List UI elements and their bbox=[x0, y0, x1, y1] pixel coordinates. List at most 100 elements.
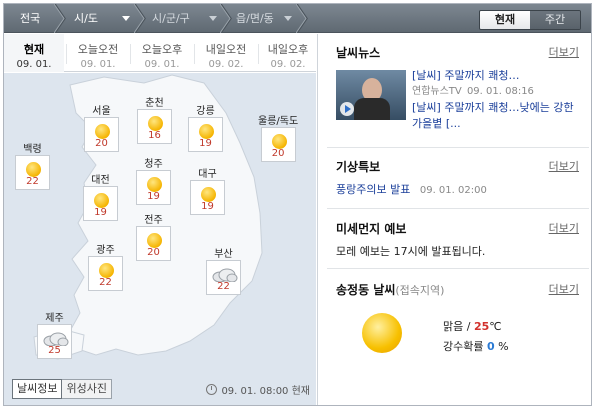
tab-current[interactable]: 현재 bbox=[480, 11, 530, 29]
city-temp: 16 bbox=[148, 130, 161, 141]
crumb-separator-icon bbox=[296, 4, 308, 33]
warning-more-link[interactable]: 더보기 bbox=[549, 158, 579, 174]
rain-value: 0 bbox=[486, 340, 495, 353]
time-tab-date: 09. 02. bbox=[270, 59, 306, 70]
city-jeju[interactable]: 제주 25 bbox=[37, 309, 72, 359]
city-temp: 22 bbox=[217, 281, 230, 292]
chevron-down-icon[interactable] bbox=[284, 16, 292, 21]
sun-icon bbox=[271, 134, 287, 149]
crumb-separator-icon bbox=[134, 4, 146, 33]
section-title: 미세먼지 예보 bbox=[336, 222, 407, 236]
sun-icon bbox=[201, 187, 216, 202]
time-tab-today-pm[interactable]: 오늘오후 09. 01. bbox=[131, 34, 193, 72]
sun-icon bbox=[362, 313, 402, 353]
map-mode-buttons: 날씨정보 위성사진 bbox=[12, 379, 112, 399]
city-temp: 19 bbox=[199, 138, 212, 149]
weather-info-button[interactable]: 날씨정보 bbox=[12, 379, 63, 399]
time-tab-label: 현재 bbox=[23, 43, 45, 56]
column-divider bbox=[317, 34, 318, 405]
time-tab-date: 09. 01. bbox=[144, 59, 180, 70]
section-title: 송정동 날씨 bbox=[336, 283, 396, 297]
sun-icon bbox=[147, 233, 162, 248]
cloud-icon bbox=[212, 268, 238, 282]
city-name: 청주 bbox=[144, 159, 163, 170]
news-headline-2[interactable]: [날씨] 주말까지 쾌청…낮에는 강한 가을볕 [... bbox=[412, 100, 582, 132]
tab-weekly[interactable]: 주간 bbox=[530, 11, 580, 29]
crumb-nationwide[interactable]: 전국 bbox=[20, 4, 40, 33]
news-source: 연합뉴스TV bbox=[412, 86, 462, 97]
city-ulleung-dokdo[interactable]: 울릉/독도 20 bbox=[258, 112, 298, 162]
city-name: 강릉 bbox=[196, 106, 215, 117]
map-time-text: 09. 01. 08:00 현재 bbox=[221, 386, 310, 397]
local-weather-section: 송정동 날씨(접속지역) 더보기 맑음 / 25℃ 강수확률 0 % bbox=[336, 281, 579, 401]
city-name: 전주 bbox=[144, 215, 163, 226]
city-temp: 22 bbox=[26, 176, 39, 187]
time-selector: 현재 09. 01. 오늘오전 09. 01. 오늘오후 09. 01. 내일오… bbox=[4, 34, 316, 72]
dust-more-link[interactable]: 더보기 bbox=[549, 220, 579, 236]
crumb-province-select[interactable]: 시/도 bbox=[74, 4, 98, 33]
city-name: 대구 bbox=[198, 169, 217, 180]
temp-unit: ℃ bbox=[489, 320, 502, 333]
clock-icon bbox=[206, 384, 218, 395]
crumb-city-select[interactable]: 시/군/구 bbox=[152, 4, 190, 33]
time-tab-now[interactable]: 현재 09. 01. bbox=[4, 34, 64, 72]
city-temp: 19 bbox=[147, 191, 160, 202]
fine-dust-section: 미세먼지 예보 더보기 모레 예보는 17시에 발표됩니다. bbox=[336, 220, 579, 260]
city-name: 울릉/독도 bbox=[258, 116, 299, 127]
sun-icon bbox=[26, 162, 41, 177]
city-name: 부산 bbox=[214, 249, 233, 260]
rain-label: 강수확률 bbox=[443, 340, 484, 353]
warning-text[interactable]: 풍랑주의보 발표 bbox=[336, 183, 410, 196]
map-timestamp: 09. 01. 08:00 현재 bbox=[206, 382, 310, 397]
city-daegu[interactable]: 대구 19 bbox=[190, 165, 225, 215]
time-tab-tomorrow-am[interactable]: 내일오전 09. 02. bbox=[195, 34, 257, 72]
city-temp: 20 bbox=[271, 148, 285, 159]
time-tab-date: 09. 02. bbox=[208, 59, 244, 70]
city-temp: 25 bbox=[48, 345, 61, 356]
crumb-town-select[interactable]: 읍/면/동 bbox=[236, 4, 274, 33]
weather-news-section: 날씨뉴스 더보기 [날씨] 주말까지 쾌청… 연합뉴스TV 09. 01. 08… bbox=[336, 44, 579, 144]
news-more-link[interactable]: 더보기 bbox=[549, 44, 579, 60]
time-tab-label: 오늘오전 bbox=[77, 43, 119, 56]
city-seoul[interactable]: 서울 20 bbox=[84, 102, 119, 152]
city-cheongju[interactable]: 청주 19 bbox=[136, 155, 171, 205]
city-baengnyeong[interactable]: 백령 22 bbox=[15, 140, 50, 190]
news-time: 09. 01. 08:16 bbox=[466, 86, 534, 97]
region-nav-bar: 전국 시/도 시/군/구 읍/면/동 현재 주간 bbox=[4, 4, 591, 33]
city-daejeon[interactable]: 대전 19 bbox=[83, 171, 118, 221]
cloud-icon bbox=[43, 332, 69, 346]
sun-icon bbox=[99, 263, 114, 278]
city-name: 춘천 bbox=[145, 98, 164, 109]
sun-icon bbox=[199, 124, 214, 139]
city-name: 백령 bbox=[23, 144, 42, 155]
sun-icon bbox=[148, 116, 163, 131]
section-title: 기상특보 bbox=[336, 160, 381, 174]
section-subtitle: (접속지역) bbox=[395, 284, 445, 297]
chevron-down-icon[interactable] bbox=[122, 16, 130, 21]
city-jeonju[interactable]: 전주 20 bbox=[136, 211, 171, 261]
city-temp: 20 bbox=[95, 138, 108, 149]
time-tab-date: 09. 01. bbox=[80, 59, 116, 70]
city-gangneung[interactable]: 강릉 19 bbox=[188, 102, 223, 152]
city-temp: 19 bbox=[201, 201, 214, 212]
time-tab-label: 내일오전 bbox=[205, 43, 247, 56]
sun-icon bbox=[147, 177, 162, 192]
city-chuncheon[interactable]: 춘천 16 bbox=[137, 94, 172, 144]
news-video-thumbnail[interactable] bbox=[336, 70, 406, 120]
city-temp: 22 bbox=[99, 277, 112, 288]
local-condition: 맑음 / bbox=[443, 320, 471, 333]
local-more-link[interactable]: 더보기 bbox=[549, 281, 579, 297]
city-busan[interactable]: 부산 22 bbox=[206, 245, 241, 295]
time-tab-today-am[interactable]: 오늘오전 09. 01. bbox=[67, 34, 129, 72]
city-name: 제주 bbox=[45, 313, 64, 324]
city-name: 광주 bbox=[96, 245, 115, 256]
play-icon bbox=[340, 102, 354, 116]
news-headline-1[interactable]: [날씨] 주말까지 쾌청… bbox=[412, 68, 582, 84]
city-name: 서울 bbox=[92, 106, 111, 117]
city-gwangju[interactable]: 광주 22 bbox=[88, 241, 123, 291]
dust-forecast-text: 모레 예보는 17시에 발표됩니다. bbox=[336, 245, 486, 258]
local-temp: 25 bbox=[473, 320, 490, 333]
satellite-button[interactable]: 위성사진 bbox=[62, 379, 112, 399]
time-tab-tomorrow-pm[interactable]: 내일오후 09. 02. bbox=[259, 34, 317, 72]
chevron-down-icon[interactable] bbox=[209, 16, 217, 21]
